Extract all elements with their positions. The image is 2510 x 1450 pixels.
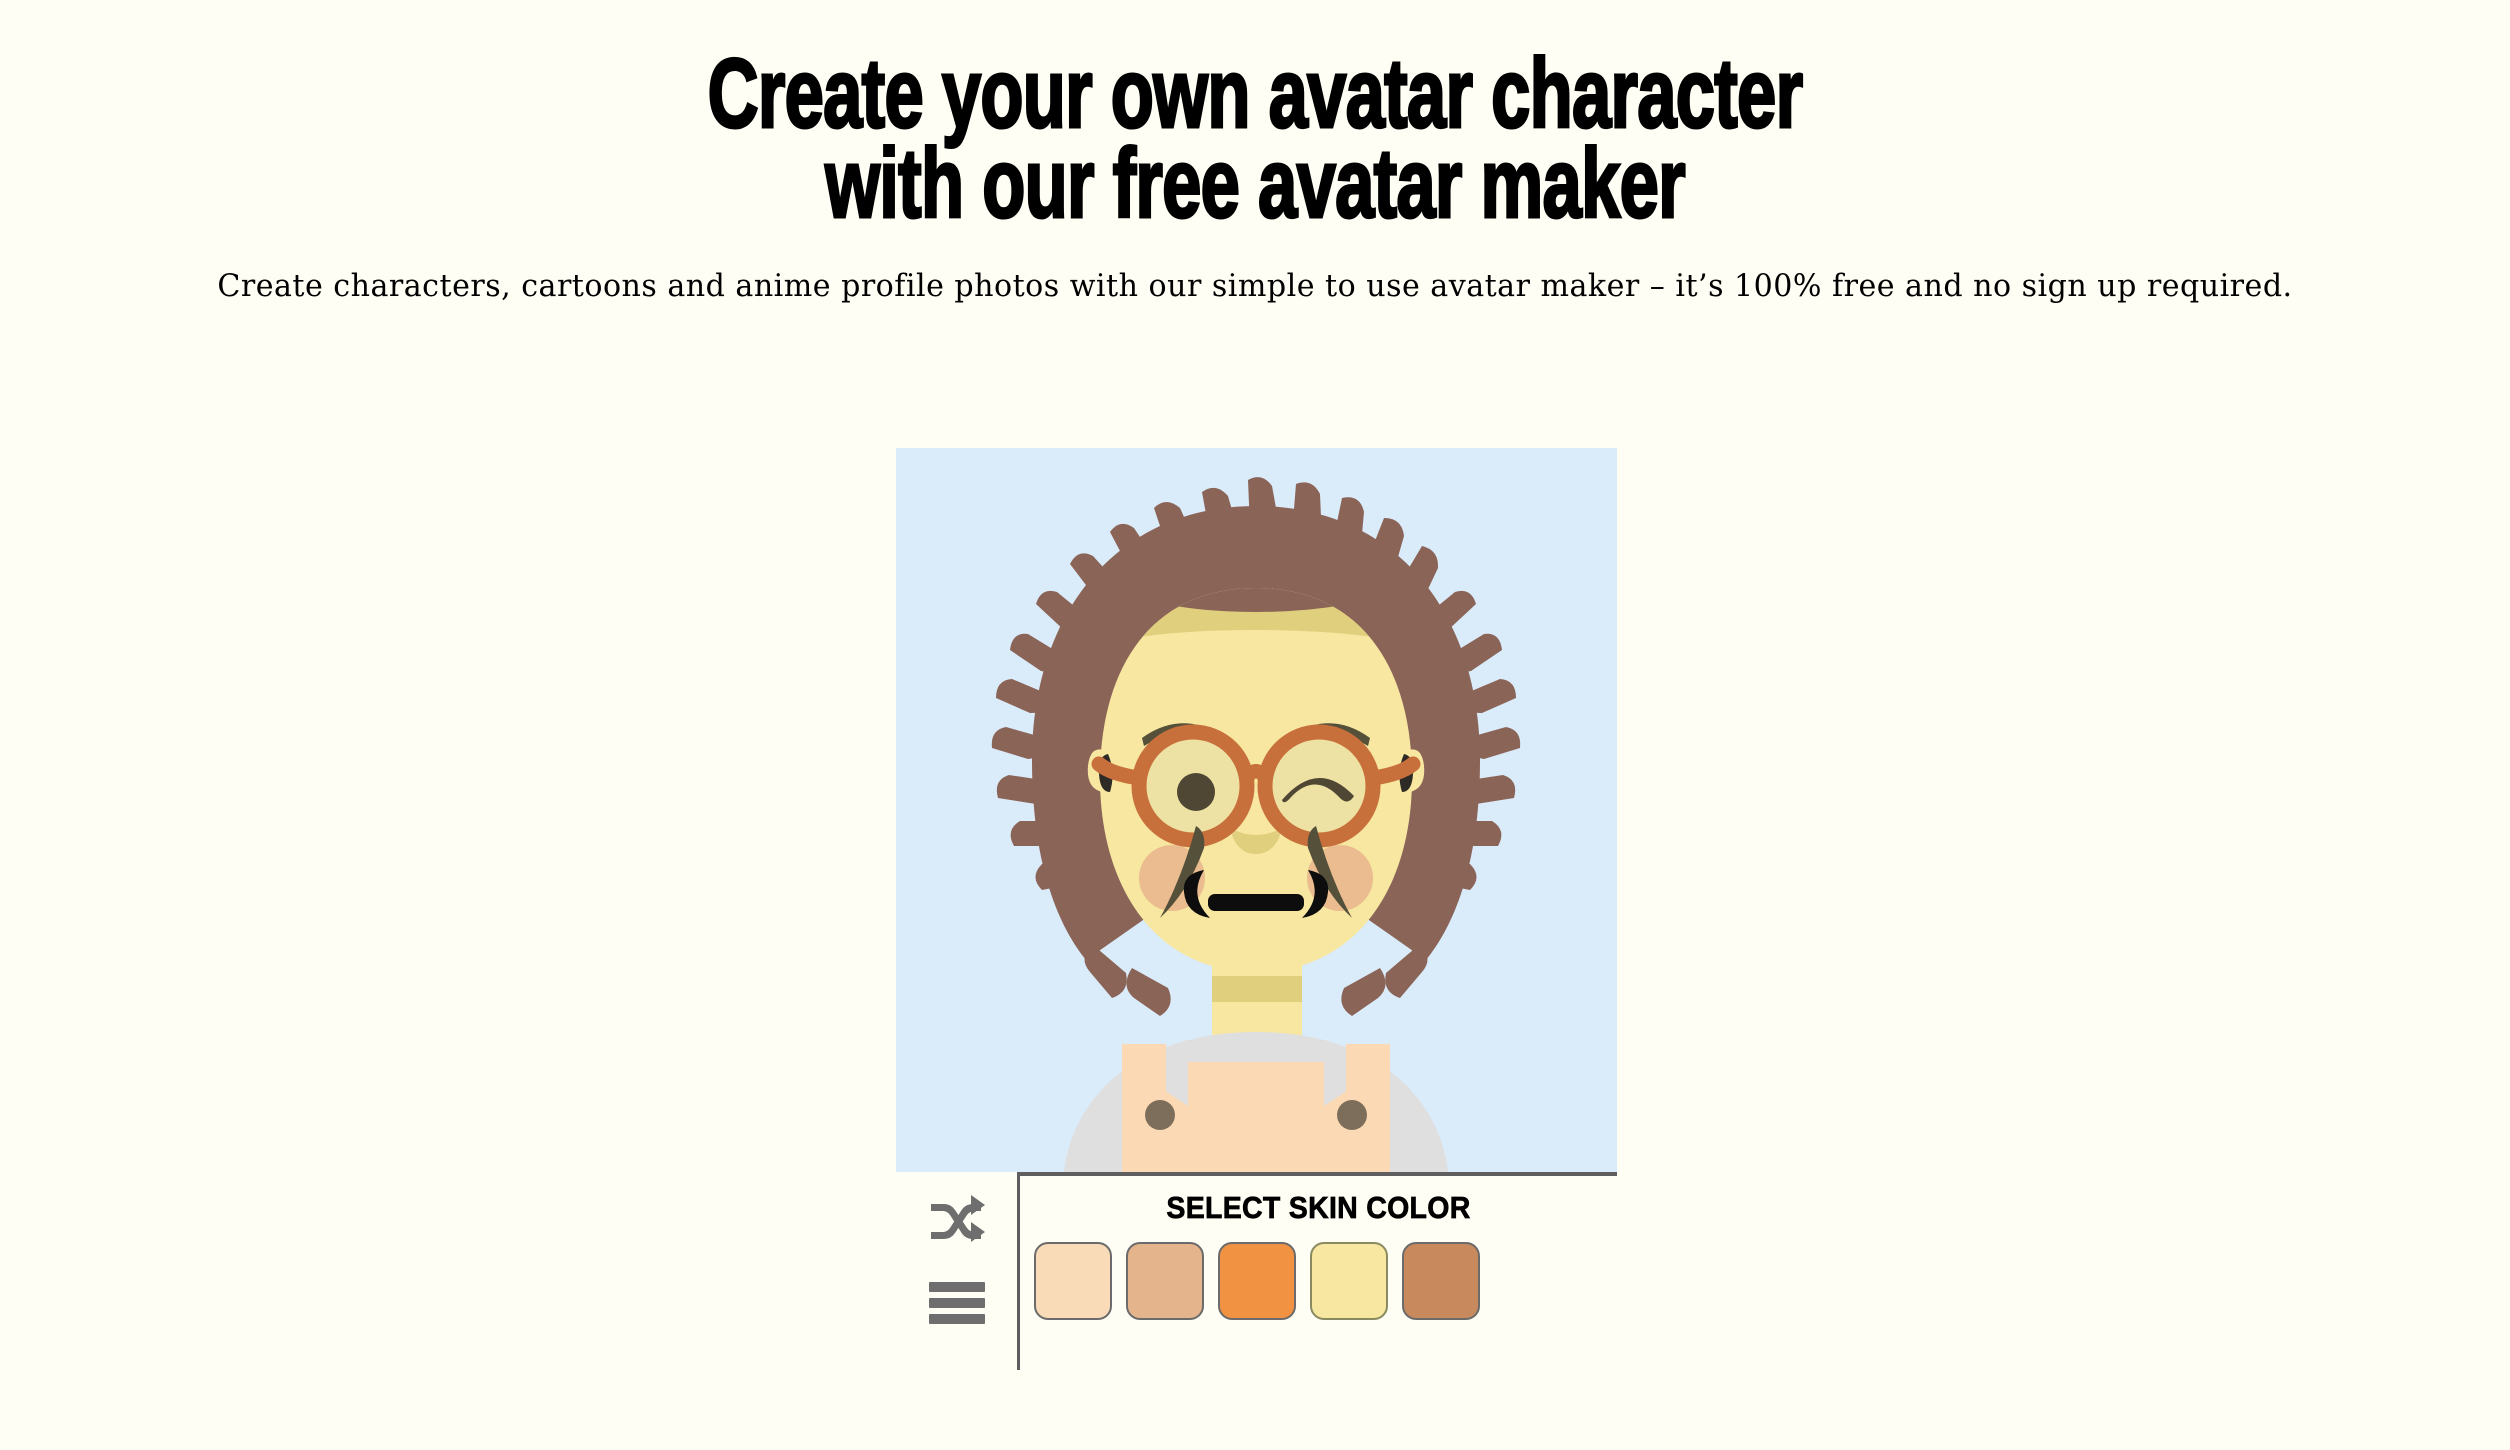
skin-swatch[interactable]: [1218, 1242, 1296, 1320]
skin-swatch[interactable]: [1126, 1242, 1204, 1320]
menu-icon: [928, 1282, 985, 1324]
tool-rail: [896, 1172, 1017, 1370]
skin-swatch[interactable]: [1034, 1242, 1112, 1320]
shuffle-icon: [929, 1195, 985, 1243]
shuffle-button[interactable]: [923, 1188, 991, 1250]
page-title: Create your own avatar character with our…: [351, 43, 2158, 234]
skin-swatch[interactable]: [1310, 1242, 1388, 1320]
page-title-line-2: with our free avatar maker: [824, 128, 1687, 239]
body: [1064, 1032, 1448, 1172]
avatar-illustration: [991, 477, 1521, 1172]
neck-shadow: [1212, 976, 1302, 1002]
overalls-button-right: [1337, 1100, 1367, 1130]
menu-button[interactable]: [923, 1272, 991, 1334]
hero-section: Create your own avatar character with our…: [0, 0, 2510, 308]
eye-left-pupil: [1177, 773, 1215, 811]
picker-title: SELECT SKIN COLOR: [1166, 1190, 1471, 1226]
page-subtitle: Create characters, cartoons and anime pr…: [217, 268, 2293, 305]
overalls-bib: [1188, 1062, 1324, 1172]
avatar-canvas[interactable]: [896, 448, 1617, 1172]
overalls-button-left: [1145, 1100, 1175, 1130]
avatar-editor-bar: SELECT SKIN COLOR: [896, 1172, 1617, 1370]
skin-swatch[interactable]: [1402, 1242, 1480, 1320]
avatar-stage: [896, 448, 1617, 1172]
swatch-row: [1020, 1242, 1617, 1320]
skin-color-picker: SELECT SKIN COLOR: [1017, 1172, 1617, 1370]
